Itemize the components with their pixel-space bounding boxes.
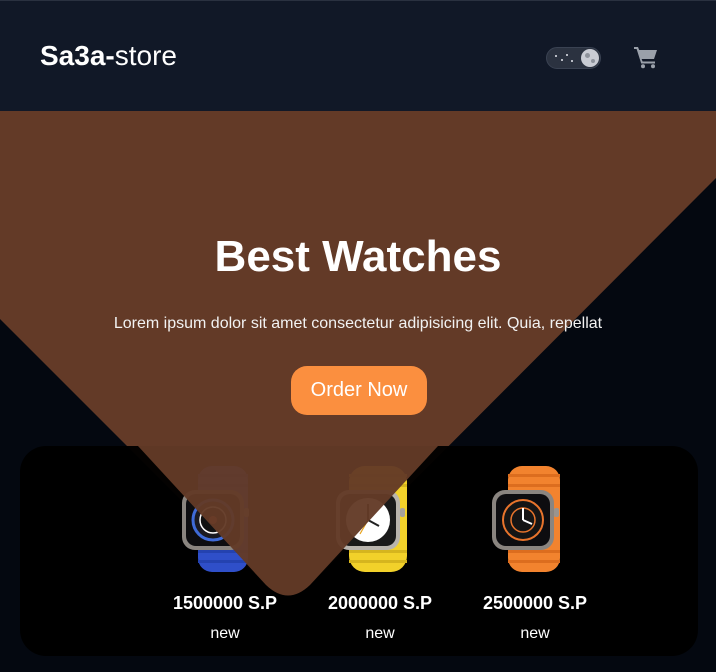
stars-icon	[555, 53, 575, 63]
products-panel: 1500000 S.P new 2000000 S.P new 2500000 …	[20, 446, 698, 656]
brand-name-strong: Sa3a-	[40, 40, 115, 71]
product-badge: new	[365, 625, 395, 642]
product-card[interactable]: 2000000 S.P new	[300, 446, 440, 656]
shopping-cart-icon[interactable]	[633, 45, 659, 69]
product-price: 2500000 S.P	[482, 593, 588, 613]
brand-name-rest: store	[114, 40, 177, 71]
product-price: 2000000 S.P	[327, 593, 433, 613]
store-page: Sa3a-store 1500000 S.P new 2000000 S.P n…	[0, 0, 716, 672]
product-badge: new	[210, 625, 240, 642]
product-card[interactable]: 1500000 S.P new	[145, 446, 285, 656]
hero-subtitle: Lorem ipsum dolor sit amet consectetur a…	[113, 315, 603, 332]
theme-toggle[interactable]	[546, 47, 601, 69]
watch-blue-image	[182, 466, 249, 572]
product-badge: new	[520, 625, 550, 642]
watch-yellow-image	[336, 466, 407, 572]
brand-logo[interactable]: Sa3a-store	[40, 39, 177, 73]
order-now-button[interactable]: Order Now	[291, 366, 427, 415]
product-price: 1500000 S.P	[172, 593, 278, 613]
product-card[interactable]: 2500000 S.P new	[455, 446, 595, 656]
navbar: Sa3a-store	[0, 0, 716, 111]
moon-icon	[581, 49, 599, 67]
watch-orange-image	[492, 466, 560, 572]
hero-title: Best Watches	[214, 232, 502, 281]
